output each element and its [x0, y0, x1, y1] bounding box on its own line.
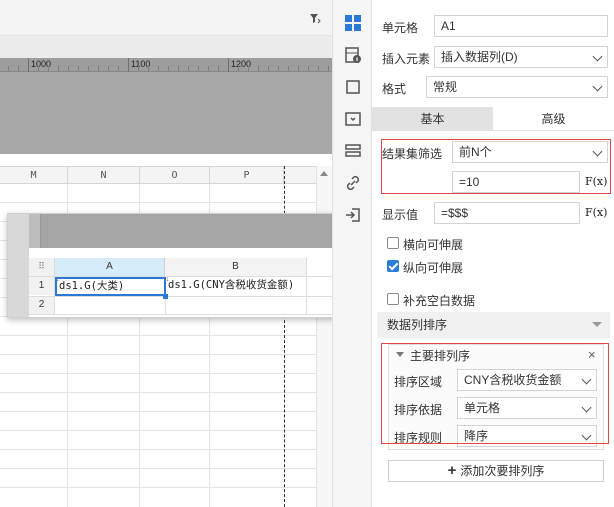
chevron-down-icon	[592, 51, 603, 62]
preview-row-number[interactable]: 2	[29, 296, 55, 314]
format-select[interactable]: 常规	[426, 76, 608, 98]
column-header-M[interactable]: M	[0, 167, 68, 185]
chevron-down-icon	[592, 81, 603, 92]
insert-element-value: 插入数据列(D)	[441, 50, 518, 64]
horizontal-expand-checkbox[interactable]	[387, 237, 399, 249]
display-value-label: 显示值	[382, 208, 419, 222]
cell-info-icon[interactable]	[343, 45, 363, 65]
preview-column-header-B[interactable]: B	[165, 258, 307, 276]
canvas-margin	[0, 36, 332, 58]
fill-handle[interactable]	[163, 294, 168, 299]
plus-icon: +	[447, 462, 457, 479]
filter-highlight-box	[381, 139, 611, 194]
display-value-field[interactable]: =$$$	[434, 202, 580, 224]
border-icon[interactable]	[343, 77, 363, 97]
hyperlink-icon[interactable]	[343, 173, 363, 193]
fill-blank-data-label: 补充空白数据	[403, 294, 476, 308]
sort-highlight-box	[381, 343, 609, 444]
expand-down-icon: ↓	[166, 276, 170, 283]
column-header-N[interactable]: N	[68, 167, 140, 185]
section-collapse-icon[interactable]	[592, 322, 602, 327]
import-icon[interactable]	[343, 205, 363, 225]
editor-top-bar	[0, 0, 332, 36]
column-header-row: M N O P	[0, 166, 316, 185]
expand-down-icon: ↓	[56, 276, 60, 283]
widget-icon[interactable]	[343, 109, 363, 129]
format-value: 常规	[433, 80, 458, 94]
cell-label: 单元格	[382, 21, 419, 35]
grid-corner-icon[interactable]: ⠿	[29, 258, 55, 276]
scroll-up-arrow-icon[interactable]	[320, 171, 328, 176]
add-secondary-sort-label: 添加次要排列序	[460, 464, 545, 478]
column-header-P[interactable]: P	[210, 167, 284, 185]
fill-blank-data-checkbox[interactable]	[387, 293, 399, 305]
cell-name-field[interactable]: A1	[434, 15, 608, 37]
cell-properties-icon[interactable]	[343, 13, 363, 33]
preview-header-area	[29, 214, 335, 248]
preview-side-strip	[8, 214, 29, 317]
cell-properties-panel: 单元格 A1 插入元素 插入数据列(D) 格式 常规 基本 高级 结果集筛选 前…	[372, 0, 614, 507]
condition-attribute-icon[interactable]	[343, 141, 363, 161]
preview-column-header-A[interactable]: A	[55, 258, 165, 276]
insert-element-label: 插入元素	[382, 52, 431, 66]
horizontal-expand-label: 横向可伸展	[403, 238, 464, 252]
preview-ruler	[29, 214, 41, 248]
format-label: 格式	[382, 82, 407, 96]
cell-preview-window: ⠿ A B 1 2 ds1.G(大类) ds1.G(CNY含税收货金额) ↓ ↓	[7, 213, 336, 318]
data-column-sort-section[interactable]: 数据列排序	[377, 312, 610, 338]
formula-fx-button[interactable]: F(x)	[585, 203, 607, 223]
tab-advanced[interactable]: 高级	[493, 107, 614, 131]
cell-A1[interactable]: ds1.G(大类)	[55, 277, 166, 296]
cell-B1[interactable]: ds1.G(CNY含税收货金额)	[166, 277, 316, 296]
filter-sort-icon[interactable]	[308, 11, 322, 25]
add-secondary-sort-button[interactable]: + 添加次要排列序	[388, 460, 604, 482]
horizontal-ruler: 1000 1100 1200	[0, 58, 332, 72]
preview-row-number[interactable]: 1	[29, 277, 55, 295]
vertical-expand-label: 纵向可伸展	[403, 261, 464, 275]
vertical-expand-checkbox[interactable]	[387, 260, 399, 272]
column-header-O[interactable]: O	[140, 167, 210, 185]
canvas-area	[0, 72, 332, 154]
property-icon-bar	[332, 0, 372, 507]
insert-element-select[interactable]: 插入数据列(D)	[434, 46, 608, 68]
tab-basic[interactable]: 基本	[372, 107, 493, 131]
